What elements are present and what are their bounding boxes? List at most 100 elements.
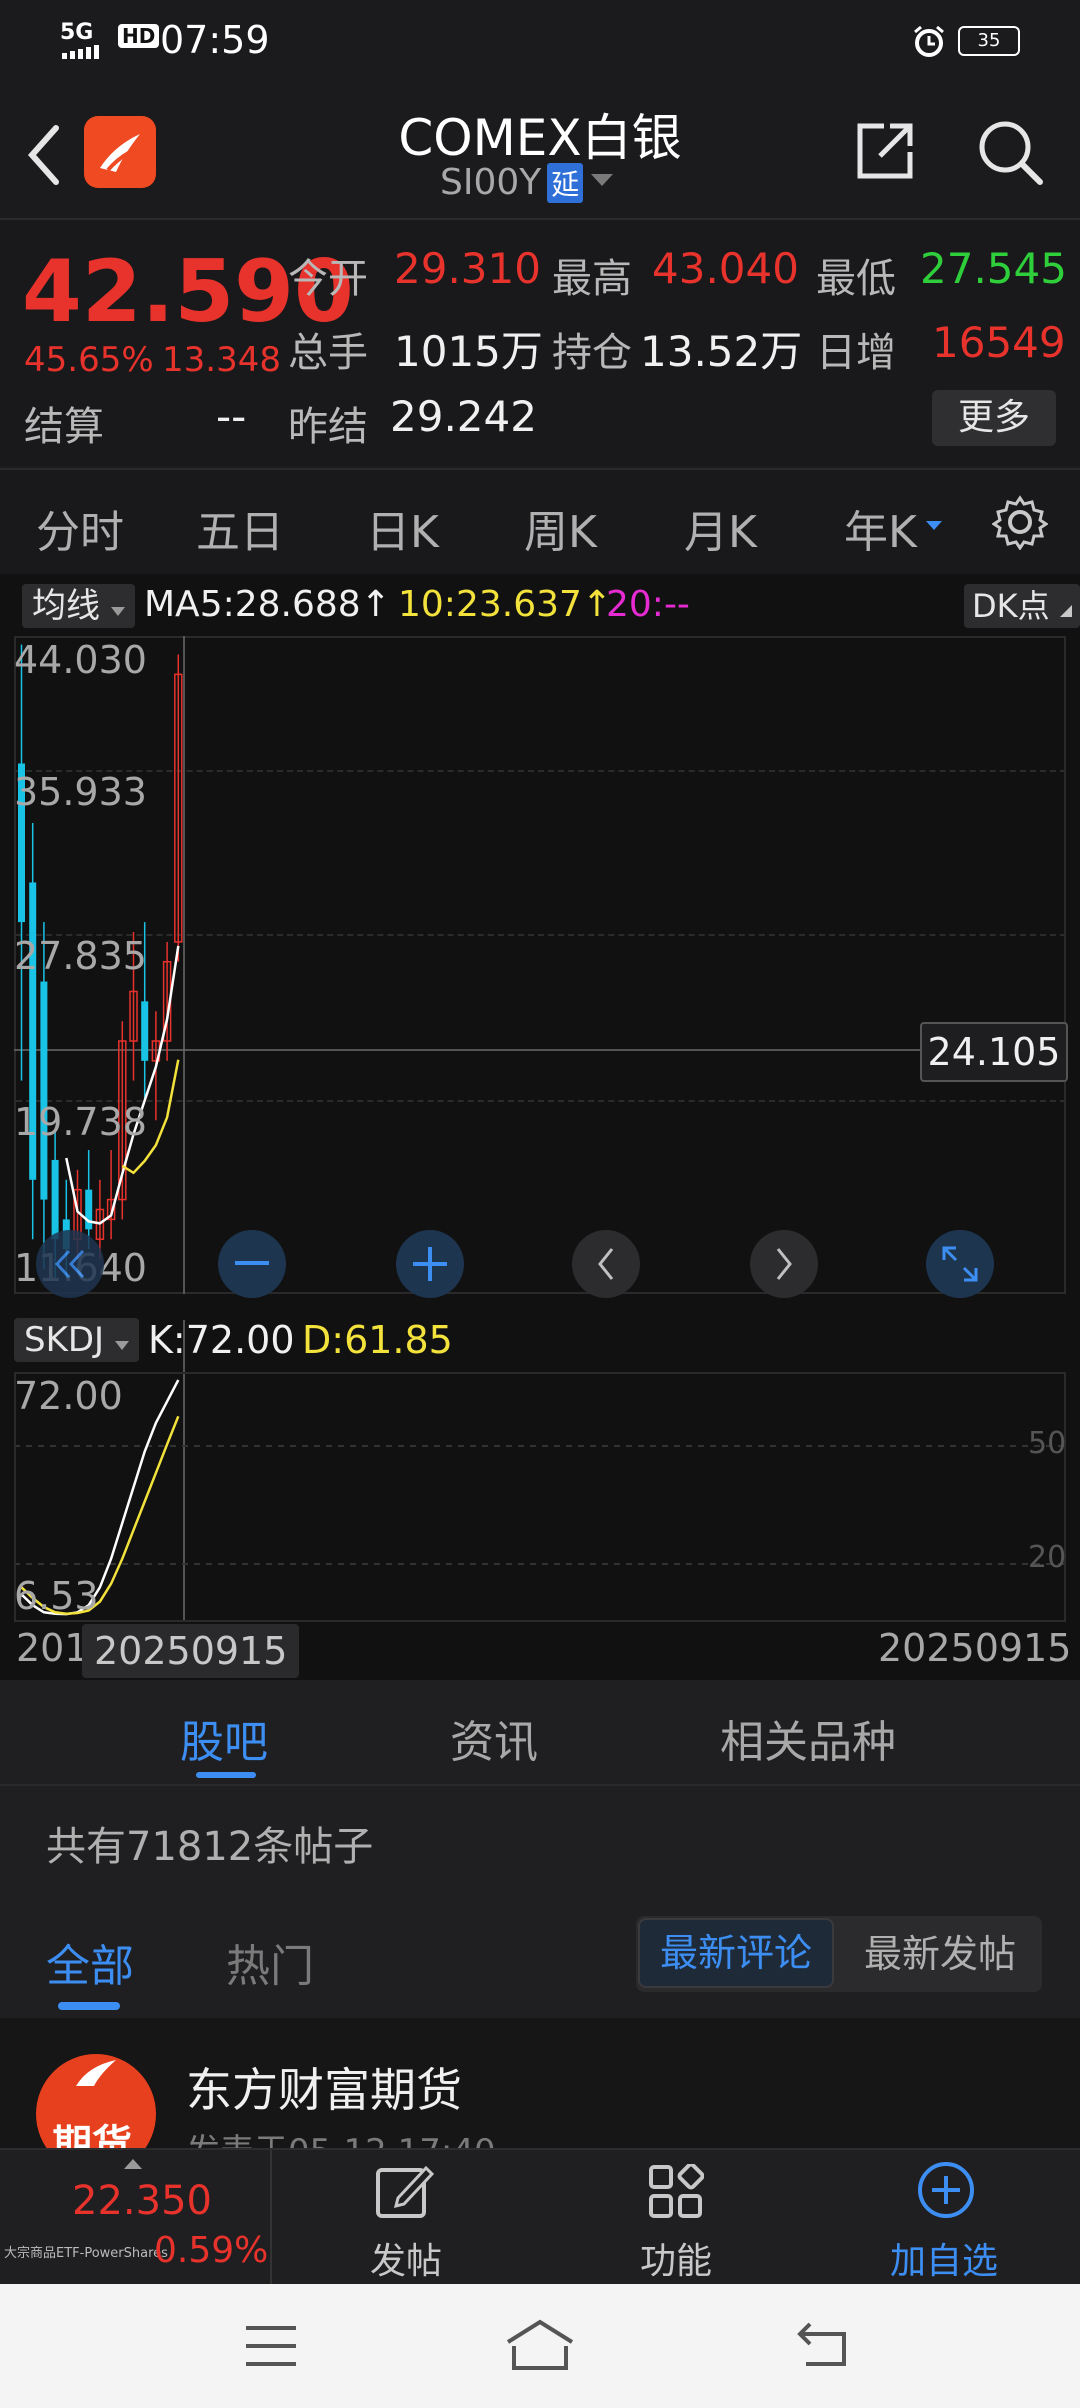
sort-latest-comment[interactable]: 最新评论: [638, 1918, 834, 1988]
fullscreen-button[interactable]: [926, 1230, 994, 1298]
avatar-text: 期货: [52, 2122, 132, 2148]
candle-body: [85, 1189, 93, 1230]
x-axis-start-label: 201: [16, 1626, 89, 1670]
contract-code: SI00Y: [440, 162, 542, 203]
expand-icon: [942, 1246, 978, 1282]
chevron-left-icon: [598, 1248, 614, 1280]
home-icon[interactable]: [504, 2318, 576, 2376]
filter-indicator: [58, 2002, 120, 2010]
x-axis-end-label: 20250915: [878, 1626, 1072, 1670]
skdj-k-value: K:72.00: [148, 1318, 295, 1362]
y-axis-label: 27.835: [14, 934, 147, 978]
collapse-left-button[interactable]: [36, 1230, 104, 1298]
minus-icon: [235, 1261, 269, 1265]
settle-label: 结算: [24, 404, 104, 450]
edit-icon: [374, 2162, 435, 2226]
battery-level: 35: [977, 30, 1001, 51]
functions-button[interactable]: 功能: [610, 2150, 740, 2284]
back-nav-icon[interactable]: [796, 2320, 850, 2372]
caret-up-icon: [124, 2154, 142, 2173]
plus-circle-icon: [916, 2160, 976, 2224]
settings-gear-icon[interactable]: [991, 494, 1049, 554]
add-watchlist-button[interactable]: 加自选: [880, 2150, 1010, 2284]
filter-hot[interactable]: 热门: [226, 1930, 314, 1994]
sort-latest-post[interactable]: 最新发帖: [842, 1918, 1038, 1990]
tab-related[interactable]: 相关品种: [720, 1706, 896, 1770]
battery-icon: 35: [958, 26, 1020, 56]
signal-icon: [62, 44, 110, 63]
prev-settle-value: 29.242: [390, 392, 537, 441]
etf-name: 大宗商品ETF-PowerShares: [4, 2246, 168, 2261]
daily-increase-value: 16549: [932, 318, 1066, 367]
tab-weekly-k[interactable]: 周K: [524, 496, 597, 560]
status-bar: 5G HD 07:59 35: [0, 0, 1080, 80]
low-value: 27.545: [920, 244, 1067, 293]
tab-intraday[interactable]: 分时: [36, 496, 124, 560]
zoom-in-button[interactable]: [396, 1230, 464, 1298]
caret-down-icon: [114, 1320, 129, 1360]
double-chevron-left-icon: [54, 1249, 85, 1279]
tab-five-day[interactable]: 五日: [196, 496, 284, 560]
volume-value: 1015万: [394, 327, 543, 376]
clock: 07:59: [160, 18, 270, 62]
zoom-out-button[interactable]: [218, 1230, 286, 1298]
network-indicator: 5G: [60, 20, 94, 45]
caret-down-icon: [926, 516, 942, 535]
contract-code-row[interactable]: SI00Y 延: [440, 162, 614, 203]
volume-label: 总手: [288, 330, 368, 376]
sub-indicator-select[interactable]: SKDJ: [14, 1318, 139, 1362]
candle-body: [51, 1159, 59, 1240]
back-icon[interactable]: [24, 120, 64, 194]
avatar: 期货: [36, 2054, 156, 2148]
tab-daily-k[interactable]: 日K: [366, 496, 439, 560]
menu-icon[interactable]: [244, 2324, 298, 2372]
filter-all[interactable]: 全部: [46, 1930, 134, 1994]
search-icon[interactable]: [976, 118, 1044, 190]
open-value: 29.310: [394, 244, 541, 293]
high-label: 最高: [552, 256, 632, 302]
system-nav-bar: [0, 2284, 1080, 2408]
delay-badge: 延: [547, 162, 584, 203]
scroll-right-button[interactable]: [750, 1230, 818, 1298]
sort-toggle: 最新评论 最新发帖: [636, 1916, 1042, 1992]
crosshair-price-label: 24.105: [920, 1022, 1068, 1082]
post-button-label: 发帖: [370, 2241, 443, 2282]
page-title: COMEX白银: [398, 109, 682, 167]
open-interest-value: 13.52万: [640, 327, 803, 376]
tab-yearly-k[interactable]: 年K: [844, 496, 917, 560]
avatar-logo-icon: [74, 2058, 118, 2092]
tab-forum[interactable]: 股吧: [180, 1706, 268, 1770]
add-watchlist-label: 加自选: [890, 2241, 999, 2282]
content-tabs: 股吧 资讯 相关品种: [0, 1680, 1080, 1786]
post-item[interactable]: 期货 东方财富期货 发表于05-12 17:40: [0, 2018, 1080, 2148]
candle-body: [141, 1001, 149, 1061]
header: COMEX白银 SI00Y 延: [0, 80, 1080, 220]
y-axis-label: 19.738: [14, 1100, 147, 1144]
more-button[interactable]: 更多: [932, 390, 1056, 446]
functions-button-label: 功能: [640, 2241, 713, 2282]
active-tab-indicator: [196, 1772, 256, 1778]
grid-icon: [648, 2162, 705, 2224]
caret-down-icon: [591, 173, 614, 192]
sub-y-bottom-label: 6.53: [14, 1574, 99, 1618]
alarm-icon: [912, 24, 946, 62]
daily-increase-label: 日增: [816, 330, 896, 376]
scroll-left-button[interactable]: [572, 1230, 640, 1298]
post-author[interactable]: 东方财富期货: [186, 2054, 462, 2120]
ref-line-50-label: 50: [1028, 1426, 1067, 1461]
related-etf-ticker[interactable]: 22.350 大宗商品ETF-PowerShares 0.59%: [0, 2150, 272, 2284]
low-label: 最低: [816, 256, 896, 302]
tab-monthly-k[interactable]: 月K: [684, 496, 757, 560]
change-amount: 13.348: [162, 340, 281, 380]
app-logo-icon: [84, 116, 156, 188]
etf-price: 22.350: [72, 2178, 212, 2224]
tab-news[interactable]: 资讯: [450, 1706, 538, 1770]
open-label: 今开: [288, 256, 368, 302]
post-button[interactable]: 发帖: [340, 2150, 470, 2284]
share-icon[interactable]: [854, 120, 916, 186]
candle-body: [40, 981, 48, 1200]
post-meta: 发表于05-12 17:40: [186, 2124, 496, 2148]
kline-chart-area[interactable]: 均线 MA5:28.688↑ 10:23.637↑ 20:-- DK点 44.0…: [0, 574, 1080, 1680]
sub-y-top-label: 72.00: [14, 1374, 123, 1418]
etf-change: 0.59%: [154, 2230, 269, 2271]
